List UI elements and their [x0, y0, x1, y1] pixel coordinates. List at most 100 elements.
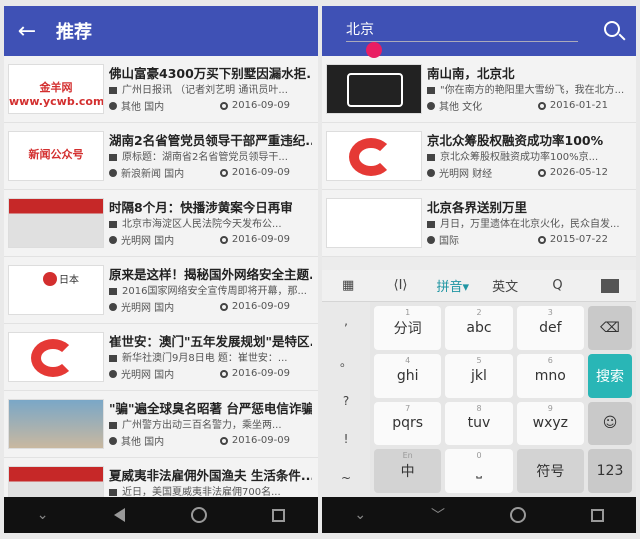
item-title: 湖南2名省管党员领导干部严重违纪...	[109, 133, 312, 148]
key-label: pqrs	[392, 415, 424, 432]
item-date-wrap: 2016-09-09	[219, 301, 290, 312]
keyboard-tool-0[interactable]: ▦	[322, 278, 374, 293]
system-nav-bar: ⌄	[4, 497, 318, 533]
thumbnail-image	[326, 64, 422, 114]
chevron-down-icon[interactable]: ⌄	[37, 507, 49, 523]
item-source: 光明网 国内	[121, 370, 175, 381]
list-item[interactable]: 京北众筹股权融资成功率100% 京北众筹股权融资成功率100%京... 光明网 财经…	[322, 123, 636, 190]
key-number: 5	[476, 355, 482, 365]
source-icon	[427, 235, 435, 244]
keyboard-key[interactable]: 1 分词	[374, 306, 442, 350]
list-item[interactable]: 日本 原来是这样！揭秘国外网络安全主题... 2016国家网络安全宣传周即将开幕，那…	[4, 257, 318, 324]
item-date-wrap: 2026-05-12	[537, 167, 608, 178]
back-nav-icon[interactable]	[114, 508, 126, 522]
app-bar: ← 推荐	[4, 6, 318, 56]
recents-nav-icon[interactable]	[272, 508, 286, 522]
list-item[interactable]: "骗"遍全球臭名昭著 台严惩电信诈骗... 广州警方出动三百名警力，乘坐两... 其…	[4, 391, 318, 458]
keyboard-tool-2[interactable]: 拼音▾	[427, 276, 479, 295]
item-text: "骗"遍全球臭名昭著 台严惩电信诈骗... 广州警方出动三百名警力，乘坐两... 其…	[109, 400, 312, 448]
item-summary: 广州警方出动三百名警力，乘坐两...	[109, 418, 312, 433]
item-title: 南山南，北京北	[427, 66, 515, 81]
item-summary: 2016国家网络安全宣传周即将开幕，那...	[109, 284, 312, 299]
keyboard-key[interactable]: 6 mno	[516, 353, 584, 398]
source-icon	[427, 168, 435, 177]
source-icon	[109, 302, 117, 311]
summary-text: 月日，万里遗体在北京火化，民众自发...	[440, 219, 620, 230]
keyboard-key[interactable]: En 中	[374, 449, 442, 493]
list-item[interactable]: 金羊网 www.ycwb.com 佛山富豪4300万买下别墅因漏水拒... 广州日报…	[4, 56, 318, 123]
clock-icon	[219, 369, 228, 378]
keyboard-key[interactable]: 符号	[516, 449, 584, 493]
item-text: 原来是这样！揭秘国外网络安全主题... 2016国家网络安全宣传周即将开幕，那..…	[109, 266, 312, 314]
thumb-caption: 新闻公众号	[28, 148, 84, 161]
list-item[interactable]: 北京各界送别万里 月日，万里遗体在北京火化，民众自发... 国际 2015-07-22	[322, 190, 636, 257]
clock-icon	[219, 436, 228, 445]
home-nav-icon[interactable]	[509, 507, 526, 523]
keyboard-key[interactable]: 2 abc	[445, 306, 513, 350]
keyboard-key[interactable]: 0 ⎵	[445, 449, 513, 493]
ime-keyboard: ▦ ⟨I⟩ 拼音▾ 英文 Q , 。?! ~ 1 分词 2 abc 3 def ⌫ 4 ghi 5 jkl 6 mn…	[322, 270, 636, 497]
punctuation-key[interactable]: 。	[340, 353, 352, 370]
keyboard-key[interactable]: 9 wxyz	[516, 401, 584, 446]
item-text: 京北众筹股权融资成功率100% 京北众筹股权融资成功率100%京... 光明网 财经…	[427, 132, 630, 180]
key-label: 分词	[393, 320, 422, 337]
keyboard-tool-5[interactable]	[584, 278, 636, 293]
thumb-caption: 日本	[59, 275, 79, 286]
clock-icon	[219, 302, 228, 311]
punctuation-key[interactable]: ?	[343, 394, 349, 408]
recents-nav-icon[interactable]	[590, 508, 604, 522]
item-title: 崔世安：澳门"五年发展规划"是特区...	[109, 334, 312, 349]
keyboard-key[interactable]: ☺	[588, 401, 632, 446]
list-item[interactable]: 时隔8个月：快播涉黄案今日再审北京市海淀区人民法院今天发布公... 光明网 国内 2…	[4, 190, 318, 257]
keyboard-key[interactable]: 4 ghi	[374, 353, 442, 398]
list-item[interactable]: 新闻公众号 湖南2名省管党员领导干部严重违纪... 原标题：湖南省2名省管党员领导干…	[4, 123, 318, 190]
chevron-down-icon[interactable]: ⌄	[354, 507, 366, 523]
text-cursor-handle[interactable]	[366, 42, 382, 58]
item-summary: 北京市海淀区人民法院今天发布公...	[109, 217, 312, 232]
key-label: 符号	[536, 464, 565, 481]
item-date-wrap: 2016-09-09	[219, 368, 290, 379]
back-arrow-icon[interactable]: ←	[4, 19, 50, 44]
search-icon[interactable]	[604, 21, 620, 37]
keyboard-key[interactable]: 7 pqrs	[374, 401, 442, 446]
page-title: 推荐	[56, 22, 92, 43]
punctuation-key[interactable]: !	[344, 432, 349, 446]
keyboard-collapse-icon[interactable]	[600, 278, 619, 293]
item-summary: 广州日报讯 （记者刘艺明 通讯员叶...	[109, 83, 312, 98]
thumbnail-image	[326, 198, 422, 248]
item-title: 夏威夷非法雇佣外国渔夫 生活条件...	[109, 468, 312, 483]
punctuation-key[interactable]: ~	[341, 471, 351, 485]
item-meta: 其他 国内 2016-09-09	[109, 433, 312, 448]
item-title: 时隔8个月：快播涉黄案今日再审	[109, 200, 293, 215]
punctuation-column: , 。?! ~	[322, 302, 370, 497]
thumbnail-image: 新闻公众号	[8, 131, 104, 181]
keyboard-key[interactable]: 搜索	[588, 353, 632, 398]
keyboard-hide-icon[interactable]: ﹀	[431, 505, 445, 525]
punctuation-key[interactable]: ,	[344, 314, 348, 328]
keyboard-tool-1[interactable]: ⟨I⟩	[374, 278, 426, 293]
key-label: 搜索	[596, 368, 624, 385]
keyboard-key[interactable]: 8 tuv	[445, 401, 513, 446]
list-item[interactable]: 崔世安：澳门"五年发展规划"是特区... 新华社澳门9月8日电 题：崔世安：...…	[4, 324, 318, 391]
keyboard-key[interactable]: 3 def	[516, 306, 584, 350]
key-label: mno	[534, 367, 566, 384]
summary-text: 原标题：湖南省2名省管党员领导干...	[122, 152, 288, 163]
list-item[interactable]: 南山南，北京北 "你在南方的艳阳里大雪纷飞，我在北方... 其他 文化 2016-01…	[322, 56, 636, 123]
key-label: ghi	[396, 367, 419, 384]
item-summary: 原标题：湖南省2名省管党员领导干...	[109, 150, 312, 165]
key-label: 123	[596, 463, 624, 480]
summary-text: 新华社澳门9月8日电 题：崔世安：...	[122, 353, 288, 364]
key-label: def	[539, 319, 562, 336]
item-meta: 光明网 国内 2016-09-09	[109, 232, 312, 247]
keyboard-key[interactable]: 123	[588, 449, 632, 493]
keyboard-key[interactable]: ⌫	[588, 306, 632, 350]
keyboard-tool-3[interactable]: 英文	[479, 276, 531, 295]
news-list: 金羊网 www.ycwb.com 佛山富豪4300万买下别墅因漏水拒... 广州日报…	[4, 56, 318, 525]
summary-text: 北京市海淀区人民法院今天发布公...	[122, 219, 282, 230]
item-source: 新浪新闻 国内	[121, 169, 185, 180]
keyboard-key[interactable]: 5 jkl	[445, 353, 513, 398]
home-nav-icon[interactable]	[190, 507, 207, 523]
source-icon	[109, 369, 117, 378]
keyboard-tool-4[interactable]: Q	[531, 278, 583, 293]
search-input[interactable]: 北京	[346, 20, 578, 42]
